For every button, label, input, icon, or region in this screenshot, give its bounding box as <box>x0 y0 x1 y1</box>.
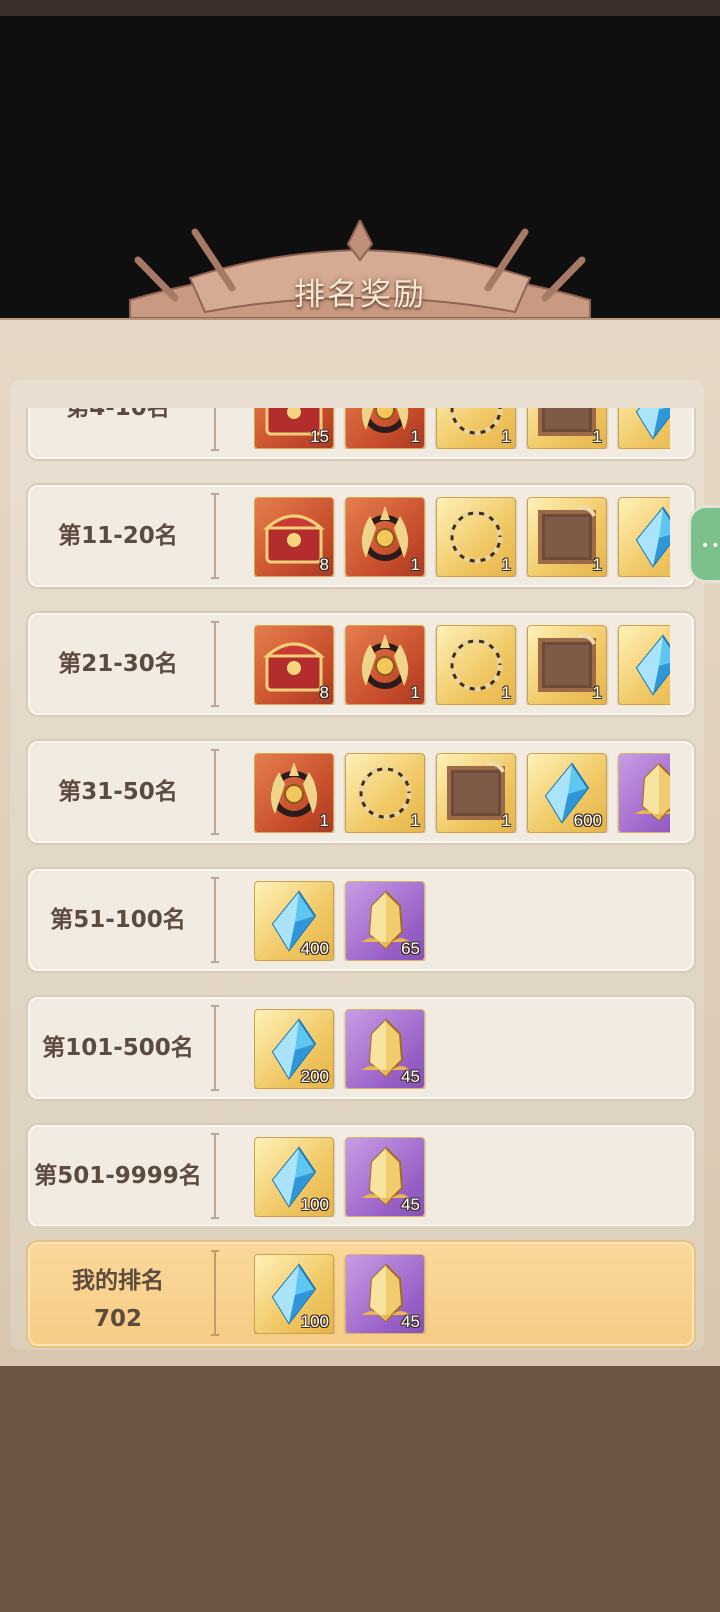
reward-item[interactable]: 1( <box>618 408 670 449</box>
reward-quantity: 1 <box>592 683 602 702</box>
reward-item[interactable]: 1 <box>436 408 516 449</box>
reward-quantity: 8 <box>319 555 329 574</box>
reward-item[interactable] <box>618 753 670 833</box>
reward-item[interactable]: 100 <box>254 1137 334 1217</box>
top-strip <box>0 0 720 16</box>
reward-item[interactable]: 400 <box>254 881 334 961</box>
reward-quantity: 1 <box>410 555 420 574</box>
my-rank-value: 702 <box>93 1306 142 1332</box>
row-divider <box>211 877 219 963</box>
row-divider <box>211 493 219 579</box>
bottom-area <box>0 1367 720 1612</box>
reward-quantity: 100 <box>300 1195 329 1214</box>
reward-items[interactable]: 8 1 1 1 12 <box>254 497 670 577</box>
side-tab-label: •• <box>701 538 720 554</box>
my-rank-row: 我的排名 702 100 45 <box>26 1240 696 1348</box>
reward-quantity: 1 <box>319 811 329 830</box>
reward-quantity: 45 <box>401 1312 420 1331</box>
side-tab[interactable]: •• <box>688 505 720 583</box>
reward-item[interactable]: 200 <box>254 1009 334 1089</box>
reward-item[interactable]: 1 <box>436 753 516 833</box>
reward-item[interactable]: 1 <box>436 625 516 705</box>
reward-items[interactable]: 200 45 <box>254 1009 670 1089</box>
rank-reward-row: 第501-9999名 100 45 <box>26 1123 696 1226</box>
rank-reward-row: 第31-50名 1 1 1 600 <box>26 739 696 845</box>
row-divider <box>211 1005 219 1091</box>
reward-quantity: 45 <box>401 1067 420 1086</box>
reward-item[interactable]: 100 <box>254 1254 334 1334</box>
reward-quantity: 1 <box>410 683 420 702</box>
reward-quantity: 100 <box>300 1312 329 1331</box>
rank-range-label: 第101-500名 <box>42 1035 194 1061</box>
rank-range-label: 第501-9999名 <box>34 1163 202 1189</box>
reward-item[interactable]: 1 <box>527 625 607 705</box>
reward-quantity: 1 <box>501 811 511 830</box>
rank-reward-row: 第101-500名 200 45 <box>26 995 696 1101</box>
reward-quantity: 45 <box>401 1195 420 1214</box>
reward-item[interactable]: 1 <box>345 753 425 833</box>
reward-item[interactable]: 1 <box>345 625 425 705</box>
page-title: 排名奖励 <box>294 277 426 313</box>
reward-item[interactable]: 600 <box>527 753 607 833</box>
reward-item[interactable]: 65 <box>345 881 425 961</box>
my-rank-title: 我的排名 <box>72 1268 164 1294</box>
reward-quantity: 1 <box>592 427 602 446</box>
rank-range-label: 第51-100名 <box>50 907 186 933</box>
rank-reward-row: 第21-30名81118 <box>26 611 696 717</box>
rank-range-label: 第31-50名 <box>58 779 178 805</box>
reward-quantity: 1 <box>592 555 602 574</box>
row-divider <box>211 749 219 835</box>
reward-list[interactable]: 第4-10名151111(第11-20名811112第21-30名81118第3… <box>26 408 702 1226</box>
reward-quantity: 1 <box>410 427 420 446</box>
rank-range-label: 第11-20名 <box>58 523 178 549</box>
reward-item[interactable]: 8 <box>618 625 670 705</box>
row-divider <box>211 1133 219 1219</box>
rank-range-label: 第21-30名 <box>58 651 178 677</box>
reward-items[interactable]: 100 45 <box>254 1137 670 1217</box>
reward-quantity: 8 <box>319 683 329 702</box>
my-rank-label: 我的排名 702 <box>28 1262 208 1338</box>
reward-quantity: 1 <box>501 683 511 702</box>
reward-item[interactable]: 1 <box>527 497 607 577</box>
reward-item[interactable]: 45 <box>345 1137 425 1217</box>
reward-item[interactable]: 1 <box>254 753 334 833</box>
reward-item[interactable]: 1 <box>436 497 516 577</box>
reward-quantity: 65 <box>401 939 420 958</box>
row-divider <box>211 408 219 451</box>
my-rank-rewards: 100 45 <box>254 1254 670 1334</box>
reward-item[interactable]: 1 <box>345 408 425 449</box>
reward-quantity: 1 <box>501 427 511 446</box>
reward-item[interactable]: 1 <box>345 497 425 577</box>
reward-item[interactable]: 12 <box>618 497 670 577</box>
rank-reward-row: 第11-20名 8 1 1 1 12 <box>26 483 696 589</box>
reward-items[interactable]: 400 65 <box>254 881 670 961</box>
reward-item[interactable]: 8 <box>254 625 334 705</box>
reward-items[interactable]: 1 1 1 600 <box>254 753 670 833</box>
reward-items[interactable]: 81118 <box>254 625 670 705</box>
reward-quantity: 200 <box>300 1067 329 1086</box>
rank-reward-row: 第4-10名 15 1 1 1 1( <box>26 408 696 461</box>
reward-quantity: 400 <box>300 939 329 958</box>
rank-reward-row: 第51-100名 400 65 <box>26 867 696 973</box>
reward-quantity: 1 <box>501 555 511 574</box>
reward-item[interactable]: 1 <box>527 408 607 449</box>
reward-item[interactable]: 8 <box>254 497 334 577</box>
reward-quantity: 15 <box>310 427 329 446</box>
reward-list-content: 第4-10名151111(第11-20名811112第21-30名81118第3… <box>26 408 702 1226</box>
row-divider <box>211 1250 219 1336</box>
reward-items[interactable]: 15 1 1 1 1( <box>254 408 670 449</box>
reward-quantity: 600 <box>573 811 602 830</box>
reward-item[interactable]: 45 <box>345 1254 425 1334</box>
rank-range-label: 第4-10名 <box>66 408 170 421</box>
reward-quantity: 1 <box>410 811 420 830</box>
reward-item[interactable]: 45 <box>345 1009 425 1089</box>
reward-item[interactable]: 15 <box>254 408 334 449</box>
row-divider <box>211 621 219 707</box>
